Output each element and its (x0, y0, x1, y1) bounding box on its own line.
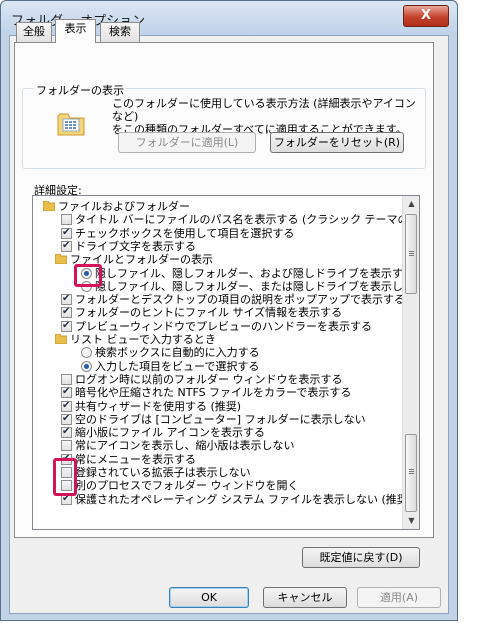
scroll-up-button[interactable]: ▲ (404, 196, 419, 212)
folder-icon (55, 254, 67, 265)
scrollbar[interactable]: ▲ ▼ (402, 196, 419, 529)
cancel-button[interactable]: キャンセル (263, 587, 347, 608)
checkbox[interactable] (61, 306, 72, 319)
option-label: 入力した項目をビューで選択する (95, 359, 260, 373)
option-label: 別のプロセスでフォルダー ウィンドウを開く (75, 479, 299, 493)
ok-button[interactable]: OK (169, 587, 249, 608)
folder-view-description: このフォルダーに使用している表示方法 (詳細表示やアイコンなど) をこの種類のフ… (112, 97, 422, 136)
highlight-box (53, 458, 77, 496)
option-label: プレビューウィンドウでプレビューのハンドラーを表示する (75, 319, 372, 333)
option-label: フォルダーのヒントにファイル サイズ情報を表示する (75, 306, 343, 320)
folder-icon (43, 201, 55, 211)
apply-to-folders-button[interactable]: フォルダーに適用(L) (118, 132, 256, 153)
scroll-down-button[interactable]: ▼ (404, 513, 419, 529)
tab-search[interactable]: 検索 (100, 22, 140, 42)
description-line: このフォルダーに使用している表示方法 (詳細表示やアイコンなど) (112, 97, 416, 123)
option-label: 共有ウィザードを使用する (推奨) (75, 399, 242, 413)
scroll-thumb[interactable] (405, 434, 417, 512)
checkbox[interactable] (61, 440, 72, 452)
folder-view-icon (57, 113, 85, 136)
close-button[interactable]: X (403, 5, 449, 27)
option-label: 常にメニューを表示する (75, 452, 196, 466)
option-label: フォルダーとデスクトップの項目の説明をポップアップで表示する (75, 293, 405, 307)
option-label: ログオン時に以前のフォルダー ウィンドウを表示する (75, 372, 343, 386)
option-label: タイトル バーにファイルのパス名を表示する (クラシック テーマのみ) (75, 213, 420, 227)
scroll-thumb[interactable] (405, 214, 417, 294)
checkbox[interactable] (61, 426, 72, 439)
checkbox[interactable] (61, 214, 72, 226)
option-label: 常にアイコンを表示し、縮小版は表示しない (75, 439, 295, 453)
option-label: ドライブ文字を表示する (75, 239, 196, 253)
option-label: 空のドライブは [コンピューター] フォルダーに表示しない (75, 412, 366, 426)
checkbox[interactable] (61, 293, 72, 306)
checkbox[interactable] (61, 320, 72, 332)
folder-icon (55, 334, 67, 344)
restore-defaults-button[interactable]: 既定値に戻す(D) (302, 547, 420, 568)
radio-button[interactable] (81, 347, 92, 359)
option-label: リスト ビューで入力するとき (70, 333, 216, 346)
reset-folders-button[interactable]: フォルダーをリセット(R) (270, 132, 404, 153)
option-label: 隠しファイル、隠しフォルダー、および隠しドライブを表示する (95, 266, 414, 280)
advanced-settings-list[interactable]: ファイルおよびフォルダー タイトル バーにファイルのパス名を表示する (クラシック… (32, 195, 420, 530)
option-label: 検索ボックスに自動的に入力する (95, 346, 260, 360)
option-label: ファイルおよびフォルダー (58, 200, 190, 213)
radio-button[interactable] (81, 360, 92, 372)
folder-view-legend: フォルダーの表示 (34, 82, 126, 98)
apply-button[interactable]: 適用(A) (357, 587, 441, 608)
option-label: 保護されたオペレーティング システム ファイルを表示しない (推奨) (75, 492, 413, 506)
checkbox[interactable] (61, 386, 72, 399)
checkbox[interactable] (61, 413, 72, 425)
option-label: 登録されている拡張子は表示しない (75, 466, 251, 479)
option-label: 隠しファイル、隠しフォルダー、または隠しドライブを表示しない (95, 279, 420, 293)
checkbox[interactable] (61, 373, 72, 385)
highlight-box (74, 264, 102, 287)
option-label: チェックボックスを使用して項目を選択する (75, 226, 295, 240)
tab-view[interactable]: 表示 (55, 19, 96, 43)
tab-general[interactable]: 全般 (16, 22, 52, 42)
checkbox[interactable] (61, 400, 72, 412)
option-label: 縮小版にファイル アイコンを表示する (75, 426, 265, 440)
checkbox[interactable] (61, 227, 72, 239)
option-label: 暗号化や圧縮された NTFS ファイルをカラーで表示する (75, 386, 352, 400)
checkbox[interactable] (61, 240, 72, 252)
